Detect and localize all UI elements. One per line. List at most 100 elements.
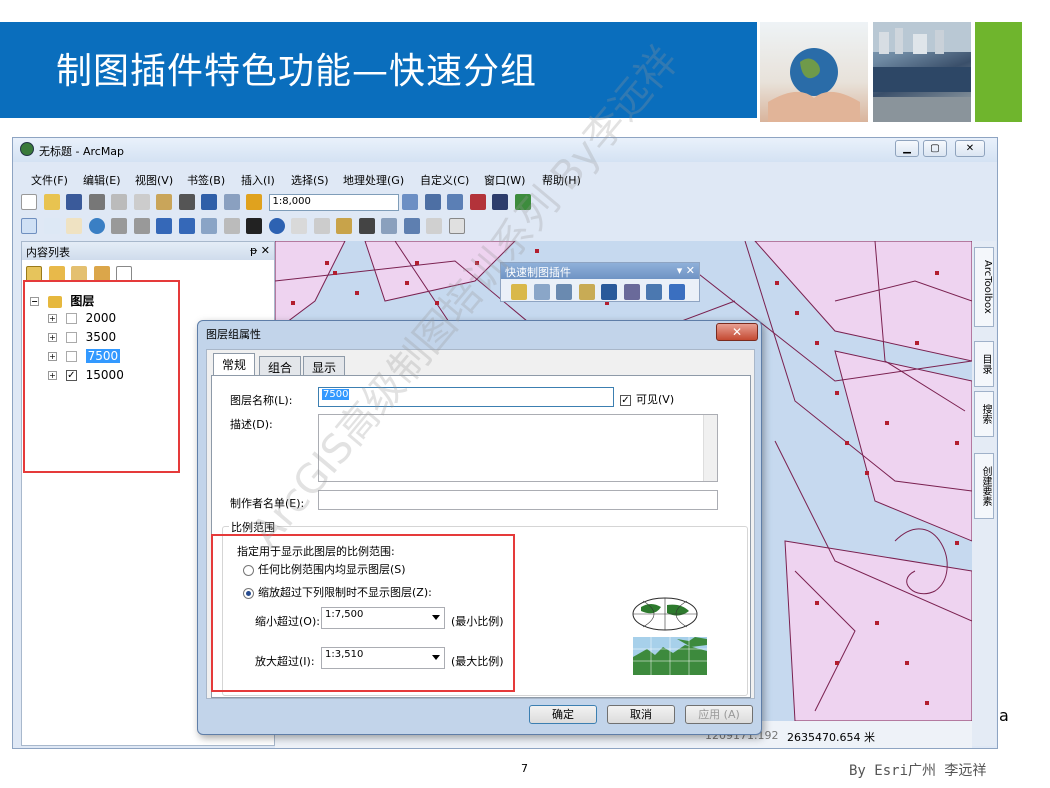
create-features-tab[interactable]: 创建要素 xyxy=(974,453,994,519)
right-dock-bar: ArcToolbox 目录 搜索 创建要素 xyxy=(972,241,996,746)
layers-highlight-box xyxy=(23,280,180,473)
window-title: 无标题 - ArcMap xyxy=(39,145,125,158)
city-aerial-photo xyxy=(873,22,971,122)
table-icon[interactable] xyxy=(601,284,617,300)
apply-button[interactable]: 应用 (A) xyxy=(685,705,753,724)
slide-footer: By Esri广州 李远祥 xyxy=(849,763,987,779)
editor-toolbar-icon[interactable] xyxy=(402,194,418,210)
menu-geoprocessing[interactable]: 地理处理(G) xyxy=(343,172,404,188)
print-icon[interactable] xyxy=(88,194,105,210)
tab-display[interactable]: 显示 xyxy=(303,356,346,376)
fixed-zoom-in-icon[interactable] xyxy=(111,218,127,234)
select-features-icon[interactable] xyxy=(201,218,217,234)
open-folder-icon[interactable] xyxy=(43,194,60,210)
menu-file[interactable]: 文件(F) xyxy=(31,172,68,188)
menu-customize[interactable]: 自定义(C) xyxy=(420,172,469,188)
menu-view[interactable]: 视图(V) xyxy=(135,172,173,188)
table-of-contents-icon[interactable] xyxy=(424,194,441,210)
export-icon[interactable] xyxy=(668,284,685,300)
arctoolbox-tab[interactable]: ArcToolbox xyxy=(974,247,994,327)
full-extent-icon[interactable] xyxy=(88,218,105,234)
maximize-button[interactable]: ▢ xyxy=(923,140,947,157)
zoom-out-icon[interactable] xyxy=(43,218,60,234)
status-y-coordinate: 2635470.654 米 xyxy=(787,731,875,744)
standard-toolbar: 1:8,000 xyxy=(21,192,534,214)
new-document-icon[interactable] xyxy=(21,194,37,210)
paste-icon[interactable] xyxy=(156,194,172,210)
quick-toolbar-title: 快速制图插件 ▾ ✕ xyxy=(501,263,699,279)
cut-icon[interactable] xyxy=(111,194,127,210)
accent-green-block xyxy=(975,22,1022,122)
save-icon[interactable] xyxy=(66,194,82,210)
layer-name-label: 图层名称(L): xyxy=(230,394,293,407)
catalog-tab[interactable]: 目录 xyxy=(974,341,994,387)
menu-bar: 文件(F) 编辑(E) 视图(V) 书签(B) 插入(I) 选择(S) 地理处理… xyxy=(13,168,997,190)
credits-input[interactable] xyxy=(318,490,718,510)
quick-toolbar-controls[interactable]: ▾ ✕ xyxy=(677,264,695,277)
pan-icon[interactable] xyxy=(66,218,82,234)
menu-insert[interactable]: 插入(I) xyxy=(241,172,275,188)
forward-extent-icon[interactable] xyxy=(178,218,195,234)
toc-pin-close[interactable]: ᵽ ✕ xyxy=(250,244,270,257)
quick-toolbar-buttons xyxy=(511,282,688,300)
measure-icon[interactable] xyxy=(336,218,352,234)
hyperlink-icon[interactable] xyxy=(291,218,307,234)
back-extent-icon[interactable] xyxy=(156,218,172,234)
menu-selection[interactable]: 选择(S) xyxy=(291,172,329,188)
html-popup-icon[interactable] xyxy=(313,218,330,234)
find-route-icon[interactable] xyxy=(381,218,397,234)
arcmap-app-icon xyxy=(20,142,34,156)
identify-icon[interactable] xyxy=(268,218,285,234)
visible-checkbox-wrap[interactable]: ✓ 可见(V) xyxy=(620,391,674,407)
delete-icon[interactable] xyxy=(178,194,195,210)
wand-icon[interactable] xyxy=(556,284,572,300)
toc-header: 内容列表 ᵽ ✕ xyxy=(22,242,274,260)
add-data-icon[interactable] xyxy=(246,194,262,210)
description-label: 描述(D): xyxy=(230,418,273,431)
find-icon[interactable] xyxy=(358,218,375,234)
layer-tools-icon[interactable] xyxy=(533,284,550,300)
tools-toolbar xyxy=(21,216,468,238)
visible-label: 可见(V) xyxy=(636,393,675,406)
catalog-icon[interactable] xyxy=(447,194,463,210)
go-to-xy-icon[interactable] xyxy=(403,218,420,234)
minimize-button[interactable]: ▁ xyxy=(895,140,919,157)
page-number: 7 xyxy=(521,762,528,775)
time-slider-icon[interactable] xyxy=(426,218,442,234)
window-titlebar: 无标题 - ArcMap ▁ ▢ ✕ xyxy=(13,138,997,162)
fixed-zoom-out-icon[interactable] xyxy=(133,218,150,234)
label-icon[interactable] xyxy=(623,284,640,300)
viewer-window-icon[interactable] xyxy=(448,218,465,234)
stray-character: a xyxy=(999,706,1009,725)
description-scrollbar[interactable] xyxy=(703,415,717,481)
globe-small-scale-icon xyxy=(631,597,699,631)
select-elements-icon[interactable] xyxy=(246,218,262,234)
slide-title: 制图插件特色功能—快速分组 xyxy=(56,51,538,92)
menu-edit[interactable]: 编辑(E) xyxy=(83,172,121,188)
visible-checkbox[interactable]: ✓ xyxy=(620,394,631,406)
cancel-button[interactable]: 取消 xyxy=(607,705,675,724)
dialog-title: 图层组属性 xyxy=(206,328,261,341)
scale-range-highlight-box xyxy=(211,534,515,692)
copy-icon[interactable] xyxy=(133,194,150,210)
globe-in-hands-photo xyxy=(760,22,868,122)
layout-icon[interactable] xyxy=(646,284,662,300)
group-layers-icon[interactable] xyxy=(511,284,527,300)
menu-bookmarks[interactable]: 书签(B) xyxy=(187,172,225,188)
tab-general[interactable]: 常规 xyxy=(213,353,256,376)
map-scale-select[interactable]: 1:8,000 xyxy=(268,194,399,211)
symbol-icon[interactable] xyxy=(578,284,595,300)
search-tab[interactable]: 搜索 xyxy=(974,391,994,437)
quick-mapping-toolbar: 快速制图插件 ▾ ✕ xyxy=(500,262,700,302)
clear-selection-icon[interactable] xyxy=(223,218,240,234)
undo-icon[interactable] xyxy=(201,194,217,210)
redo-icon[interactable] xyxy=(223,194,240,210)
arctoolbox-icon[interactable] xyxy=(469,194,486,210)
toc-title: 内容列表 xyxy=(26,246,70,259)
zoom-in-icon[interactable] xyxy=(21,218,37,234)
dialog-close-button[interactable]: ✕ xyxy=(716,323,758,341)
map-large-scale-icon xyxy=(633,637,707,675)
ok-button[interactable]: 确定 xyxy=(529,705,597,724)
close-window-button[interactable]: ✕ xyxy=(955,140,985,157)
tab-group[interactable]: 组合 xyxy=(259,356,302,376)
